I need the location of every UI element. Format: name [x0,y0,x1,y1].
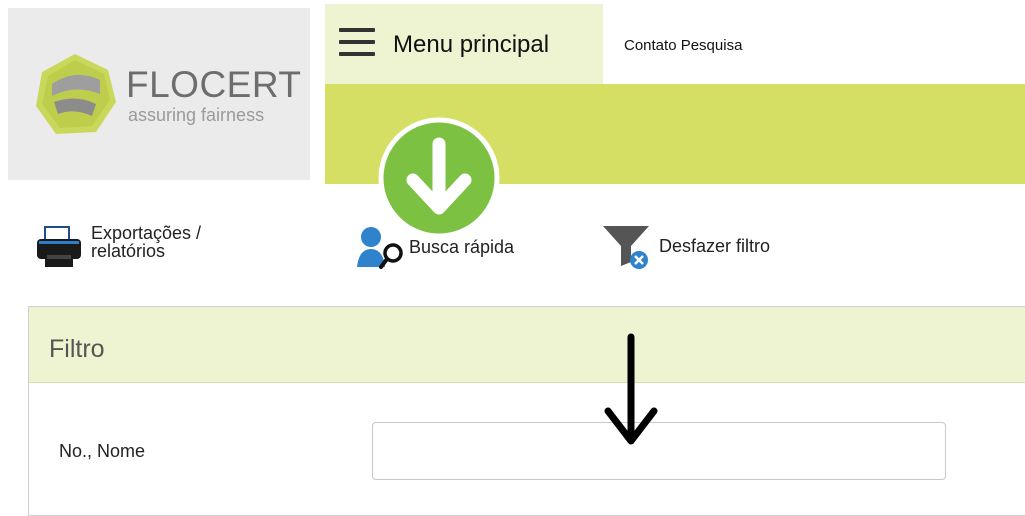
down-arrow-icon [604,333,658,445]
logo-name: FLOCERT [126,64,302,105]
filter-panel: Filtro No., Nome [28,306,1025,516]
main-menu-label: Menu principal [393,31,550,58]
undo-filter-label: Desfazer filtro [659,236,771,256]
quick-search-label: Busca rápida [409,237,515,257]
logo[interactable]: FLOCERT assuring fairness [8,8,310,180]
filter-header: Filtro [29,307,1025,383]
quick-search-button[interactable]: Busca rápida [355,225,514,269]
printer-icon [37,226,81,267]
funnel-clear-icon [603,226,649,269]
hamburger-icon [339,28,375,56]
export-reports-button[interactable]: Exportações / relatórios [35,223,202,271]
download-arrow-icon [378,117,500,239]
filter-title: Filtro [49,335,105,363]
contact-search-link[interactable]: Contato Pesquisa [624,37,742,54]
export-label-line1: Exportações / [91,223,202,243]
export-label-line2: relatórios [91,241,166,261]
main-menu-button[interactable]: Menu principal [325,4,603,84]
user-search-icon [357,227,403,269]
number-name-label: No., Nome [59,441,146,461]
flocert-logo-icon [36,54,116,134]
logo-tagline: assuring fairness [128,105,265,125]
undo-filter-button[interactable]: Desfazer filtro [601,222,770,270]
